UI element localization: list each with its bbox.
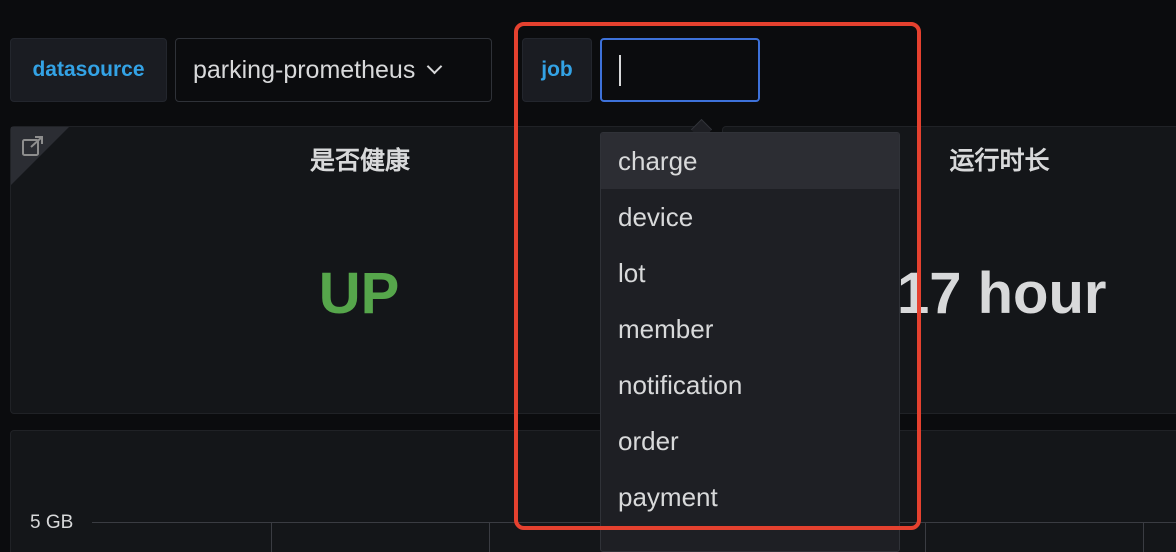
job-input[interactable] [600,38,760,102]
datasource-value: parking-prometheus [193,55,416,84]
dropdown-option-member[interactable]: member [601,301,899,357]
dropdown-option-device[interactable]: device [601,189,899,245]
graph-panel [10,430,1176,552]
dropdown-option-order[interactable]: order [601,413,899,469]
dropdown-option-charge[interactable]: charge [601,133,899,189]
dropdown-option-notification[interactable]: notification [601,357,899,413]
uptime-stat-value: 17 hour [897,261,1107,326]
dashboard: datasource parking-prometheus job 是否健康 U… [0,0,1176,552]
datasource-select[interactable]: parking-prometheus [175,38,492,102]
dropdown-option-lot[interactable]: lot [601,245,899,301]
grid-line [271,522,272,552]
y-axis-tick-label: 5 GB [30,512,74,533]
grid-line [489,522,490,552]
dropdown-option-payment[interactable]: payment [601,469,899,525]
datasource-label: datasource [10,38,167,102]
job-label: job [522,38,592,102]
text-cursor [619,55,621,86]
grid-line [925,522,926,552]
grid-line [1143,522,1144,552]
chevron-down-icon [427,58,443,74]
job-dropdown-menu: charge device lot member notification or… [600,132,900,552]
